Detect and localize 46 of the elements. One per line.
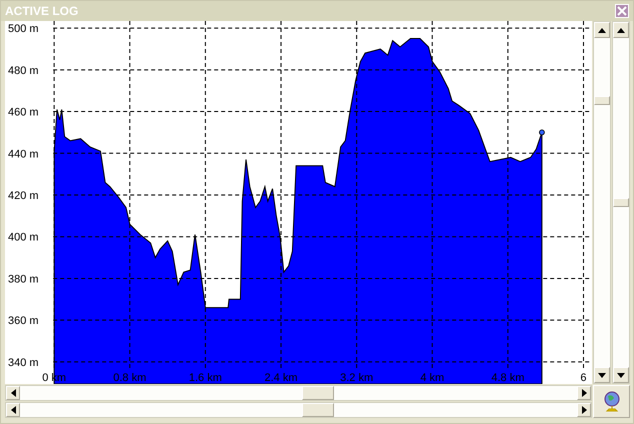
scrollbar-thumb[interactable] xyxy=(613,198,629,207)
vertical-scrollbar[interactable] xyxy=(593,21,611,384)
scroll-left-button[interactable] xyxy=(6,386,20,400)
arrow-up-icon xyxy=(598,28,606,32)
y-axis-label: 460 m xyxy=(8,106,39,119)
scroll-right-button[interactable] xyxy=(577,386,591,400)
close-button[interactable] xyxy=(615,4,629,18)
y-axis-label: 380 m xyxy=(8,273,39,286)
scrollbar-thumb[interactable] xyxy=(594,96,610,105)
scroll-left-button[interactable] xyxy=(6,403,20,417)
y-axis-label: 400 m xyxy=(8,232,39,244)
arrow-right-icon xyxy=(582,406,586,414)
arrow-down-icon xyxy=(617,372,625,378)
arrow-down-icon xyxy=(598,372,606,378)
scroll-up-button[interactable] xyxy=(594,22,610,38)
scroll-right-button[interactable] xyxy=(577,403,591,417)
y-axis-label: 440 m xyxy=(8,148,39,160)
globe-icon xyxy=(602,390,620,414)
close-icon xyxy=(617,6,627,16)
scrollbar-thumb[interactable] xyxy=(302,386,334,400)
globe-button[interactable] xyxy=(593,385,630,418)
scroll-down-button[interactable] xyxy=(613,367,629,383)
y-axis-label: 420 m xyxy=(8,190,39,202)
arrow-left-icon xyxy=(10,389,16,397)
x-axis-label: 0.8 km xyxy=(113,372,146,384)
x-axis-label: 3.2 km xyxy=(340,372,374,384)
arrow-up-icon xyxy=(617,28,625,32)
x-axis-label: 1.6 km xyxy=(188,372,222,384)
vertical-scrollbar[interactable] xyxy=(612,21,630,384)
horizontal-scrollbar[interactable] xyxy=(5,402,592,418)
end-point-marker xyxy=(539,130,545,136)
scroll-down-button[interactable] xyxy=(594,367,610,383)
y-axis-label: 340 m xyxy=(8,356,39,369)
arrow-right-icon xyxy=(582,389,586,397)
x-axis-label: 4 km xyxy=(420,372,444,384)
y-axis-label: 480 m xyxy=(8,64,39,77)
x-axis-label: 2.4 km xyxy=(264,372,298,384)
scroll-up-button[interactable] xyxy=(613,22,629,38)
horizontal-scrollbar[interactable] xyxy=(5,385,592,401)
y-axis-label: 500 m xyxy=(8,23,39,36)
x-axis-label: 6 xyxy=(580,372,587,384)
window-title: ACTIVE LOG xyxy=(5,4,78,18)
x-axis-label: 4.8 km xyxy=(491,372,524,384)
y-axis-label: 360 m xyxy=(8,315,39,328)
scrollbar-thumb[interactable] xyxy=(302,403,334,417)
arrow-left-icon xyxy=(10,406,16,414)
